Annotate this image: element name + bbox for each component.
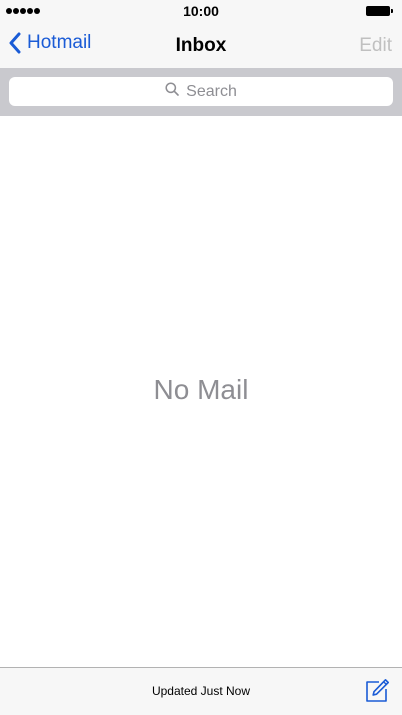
page-title: Inbox bbox=[175, 35, 227, 56]
search-icon bbox=[165, 82, 186, 101]
edit-button[interactable]: Edit bbox=[359, 35, 392, 57]
update-status: Updated Just Now bbox=[151, 684, 251, 698]
status-time: 10:00 bbox=[183, 3, 219, 19]
compose-button[interactable] bbox=[364, 678, 390, 704]
bottom-toolbar: Updated Just Now bbox=[0, 667, 402, 715]
empty-state-message: No Mail bbox=[153, 374, 249, 405]
search-bar: Search bbox=[0, 68, 402, 116]
navigation-bar: Hotmail Inbox Edit bbox=[0, 22, 402, 68]
status-bar: 10:00 bbox=[0, 0, 402, 22]
compose-icon bbox=[364, 679, 390, 708]
battery-icon bbox=[366, 6, 394, 16]
search-placeholder: Search bbox=[186, 82, 237, 100]
search-input[interactable]: Search bbox=[9, 77, 393, 106]
